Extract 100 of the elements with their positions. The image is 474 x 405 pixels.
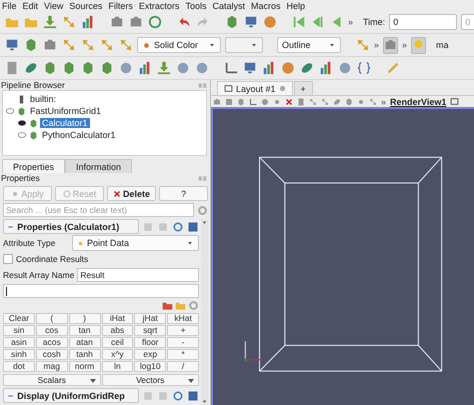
toolbar-button[interactable] (383, 36, 398, 54)
calculator-key[interactable]: ln (102, 361, 134, 372)
calculator-key[interactable]: log10 (134, 361, 166, 372)
more-button[interactable]: » (381, 96, 386, 106)
calculator-key[interactable]: + (167, 325, 199, 336)
visibility-toggle[interactable] (5, 106, 15, 116)
toolbar-button[interactable] (42, 14, 57, 30)
time-field[interactable]: 0 (389, 14, 458, 30)
menu-item[interactable]: Catalyst (212, 0, 245, 10)
calculator-key[interactable]: tanh (68, 349, 100, 360)
layout-tab[interactable]: Layout #1 (217, 81, 293, 95)
arrows-icon (80, 38, 94, 52)
dot-icon (11, 190, 20, 198)
calculator-key[interactable]: floor (134, 337, 166, 348)
vectors-dropdown[interactable]: Vectors (102, 374, 199, 386)
toolbar-button[interactable] (80, 14, 95, 30)
expression-field[interactable] (3, 284, 199, 298)
calculator-key[interactable]: sinh (3, 349, 35, 360)
arrows-icon (356, 38, 370, 52)
calculator-key[interactable]: kHat (167, 313, 199, 324)
calculator-key[interactable]: - (167, 337, 199, 348)
calculator-key[interactable]: abs (102, 325, 134, 336)
menu-item[interactable]: Tools (185, 0, 206, 10)
calculator-key[interactable]: acos (36, 337, 68, 348)
menu-item[interactable]: File (2, 0, 17, 10)
download-icon (156, 61, 170, 75)
more-button[interactable]: » (348, 17, 354, 27)
sphere-icon (338, 61, 352, 75)
panel-tab[interactable]: Properties (2, 159, 66, 173)
menu-item[interactable]: Help (286, 0, 305, 10)
cross-icon (285, 98, 293, 106)
calculator-key[interactable]: jHat (134, 313, 166, 324)
help-button[interactable]: ? (159, 186, 208, 201)
dot-icon (357, 98, 365, 106)
color-by-dropdown[interactable]: Solid Color (137, 37, 221, 53)
pipeline-item[interactable]: FastUniformGrid1 (28, 106, 104, 116)
toolbar-button[interactable] (318, 60, 333, 76)
toolbar-button[interactable] (280, 60, 295, 76)
calculator-key[interactable]: sqrt (134, 325, 166, 336)
section-header[interactable]: − Properties (Calculator1) (3, 219, 139, 234)
visibility-toggle[interactable] (17, 130, 27, 140)
menu-item[interactable]: Extractors (138, 0, 180, 10)
result-array-field[interactable]: Result (77, 268, 199, 282)
panel-tab[interactable]: Information (65, 159, 132, 173)
server-label[interactable]: builtin: (28, 94, 58, 104)
toolbar-button[interactable] (261, 60, 276, 76)
leaf-icon (300, 61, 314, 75)
calculator-key[interactable]: asin (3, 337, 35, 348)
calculator-key[interactable]: ( (36, 313, 68, 324)
menu-item[interactable]: View (44, 0, 64, 10)
calculator-key[interactable]: ) (68, 313, 100, 324)
calculator-key[interactable]: norm (68, 361, 100, 372)
toolbar-button[interactable] (156, 60, 171, 76)
time-label: Time: (363, 17, 386, 27)
pipeline-item[interactable]: Calculator1 (40, 118, 90, 128)
calculator-key[interactable]: dot (3, 361, 35, 372)
calculator-key[interactable]: sin (3, 325, 35, 336)
attribute-type-dropdown[interactable]: Point Data (72, 235, 199, 251)
axes-icon (249, 98, 257, 106)
arrows-icon (62, 15, 76, 29)
more-button[interactable]: » (402, 40, 408, 50)
toolbar-button[interactable] (262, 14, 277, 30)
calculator-key[interactable]: iHat (102, 313, 134, 324)
cube-icon (42, 61, 56, 75)
calculator-key[interactable]: tan (68, 325, 100, 336)
scalars-dropdown[interactable]: Scalars (3, 374, 100, 386)
component-dropdown[interactable] (225, 37, 263, 53)
folder-icon (175, 300, 186, 311)
calculator-key[interactable]: / (167, 361, 199, 372)
toolbar-button[interactable] (137, 60, 152, 76)
render-view[interactable] (211, 107, 474, 405)
toolbar-button[interactable] (356, 60, 371, 76)
representation-dropdown[interactable]: Outline (277, 37, 341, 53)
section-header[interactable]: − Display (UniformGridRep (3, 388, 139, 403)
menu-item[interactable]: Macros (250, 0, 280, 10)
calculator-key[interactable]: x^y (102, 349, 134, 360)
menu-item[interactable]: Edit (22, 0, 38, 10)
layout-tab[interactable]: + (294, 81, 313, 95)
sphere-icon (261, 98, 269, 106)
pipeline-item[interactable]: PythonCalculator1 (40, 130, 118, 140)
more-button[interactable]: » (374, 40, 380, 50)
calculator-key[interactable]: ceil (102, 337, 134, 348)
menu-item[interactable]: Filters (108, 0, 133, 10)
monitor-icon (4, 38, 18, 52)
menu-item[interactable]: Sources (69, 0, 102, 10)
toolbar-button[interactable] (147, 14, 162, 30)
bars-icon (318, 61, 332, 75)
checkbox[interactable] (3, 254, 13, 264)
calculator-key[interactable]: cosh (36, 349, 68, 360)
scrollbar[interactable] (201, 219, 208, 405)
delete-button[interactable]: Delete (107, 186, 156, 201)
calculator-key[interactable]: mag (36, 361, 68, 372)
calculator-key[interactable]: Clear (3, 313, 35, 324)
calculator-key[interactable]: atan (68, 337, 100, 348)
visibility-toggle[interactable] (17, 118, 27, 128)
calculator-key[interactable]: * (167, 349, 199, 360)
camera-icon (384, 38, 398, 52)
calculator-key[interactable]: cos (36, 325, 68, 336)
calculator-key[interactable]: exp (134, 349, 166, 360)
bars-icon (262, 61, 276, 75)
